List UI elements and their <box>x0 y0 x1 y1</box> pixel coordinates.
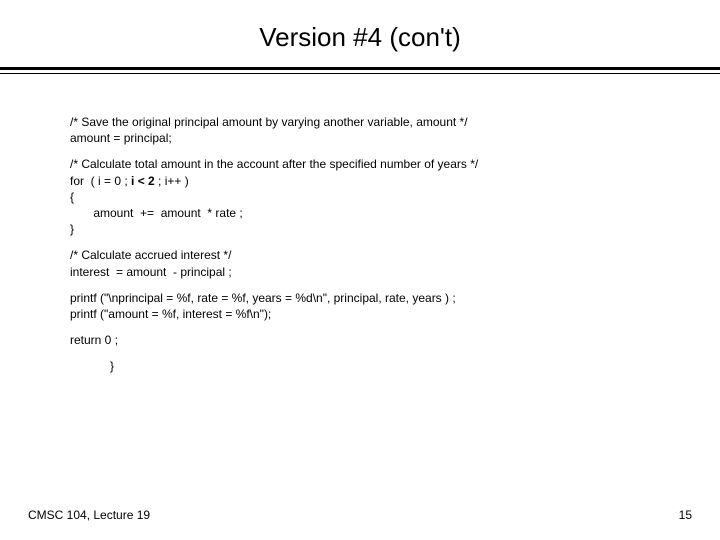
code-line: for ( i = 0 ; i < 2 ; i++ ) <box>70 174 189 188</box>
footer-page-number: 15 <box>679 508 692 522</box>
footer-left: CMSC 104, Lecture 19 <box>28 508 150 522</box>
code-line: /* Calculate accrued interest */ <box>70 248 231 262</box>
code-block-3: /* Calculate accrued interest */ interes… <box>70 247 650 279</box>
code-line: /* Save the original principal amount by… <box>70 115 468 129</box>
code-line: { <box>70 190 74 204</box>
code-line: } <box>110 359 114 373</box>
code-block-1: /* Save the original principal amount by… <box>70 114 650 146</box>
bold-condition: i < 2 <box>131 174 155 188</box>
code-line: interest = amount - principal ; <box>70 265 232 279</box>
code-block-6: } <box>70 358 650 374</box>
code-line: return 0 ; <box>70 333 118 347</box>
code-line: amount = principal; <box>70 131 172 145</box>
code-line: printf ("amount = %f, interest = %f\n"); <box>70 307 271 321</box>
code-line: amount += amount * rate ; <box>70 206 243 220</box>
code-line: } <box>70 222 74 236</box>
code-block-5: return 0 ; <box>70 332 650 348</box>
code-line: /* Calculate total amount in the account… <box>70 157 478 171</box>
code-block-2: /* Calculate total amount in the account… <box>70 156 650 237</box>
code-block-4: printf ("\nprincipal = %f, rate = %f, ye… <box>70 290 650 322</box>
code-content: /* Save the original principal amount by… <box>0 74 720 374</box>
code-line: printf ("\nprincipal = %f, rate = %f, ye… <box>70 291 456 305</box>
slide: Version #4 (con't) /* Save the original … <box>0 0 720 540</box>
slide-title: Version #4 (con't) <box>0 0 720 67</box>
divider-thick <box>0 67 720 70</box>
